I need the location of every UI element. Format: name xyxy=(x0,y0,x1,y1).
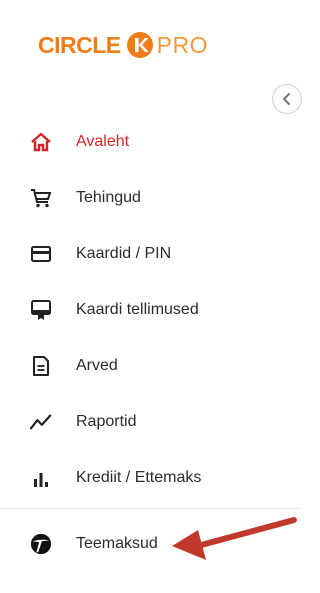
invoice-icon xyxy=(30,355,52,377)
sidebar-item-raportid[interactable]: Raportid xyxy=(0,394,299,450)
sidebar-item-label: Tehingud xyxy=(76,189,141,206)
sidebar-item-tehingud[interactable]: Tehingud xyxy=(0,170,299,226)
home-icon xyxy=(30,131,52,153)
logo-suffix: PRO xyxy=(156,31,208,58)
bar-chart-icon xyxy=(30,467,52,489)
sidebar-item-arved[interactable]: Arved xyxy=(0,338,299,394)
circle-k-pro-logo[interactable]: CIRCLE PRO xyxy=(38,30,208,60)
card-order-icon xyxy=(30,299,52,321)
sidebar-item-label: Kaardid / PIN xyxy=(76,245,172,262)
toll-icon xyxy=(30,533,52,555)
card-icon xyxy=(30,243,52,265)
sidebar-nav: Avaleht Tehingud Kaardid / PIN Kaardi te… xyxy=(0,114,299,506)
sidebar-item-label: Krediit / Ettemaks xyxy=(76,469,202,486)
collapse-sidebar-button[interactable] xyxy=(272,84,302,114)
chevron-left-icon xyxy=(283,93,290,105)
trend-icon xyxy=(30,411,52,433)
sidebar-item-label: Raportid xyxy=(76,413,137,430)
sidebar-item-label: Arved xyxy=(76,357,118,374)
sidebar-item-avaleht[interactable]: Avaleht xyxy=(0,114,299,170)
annotation-arrow-icon xyxy=(172,517,297,560)
sidebar-item-label: Avaleht xyxy=(76,133,130,150)
sidebar-item-label: Kaardi tellimused xyxy=(76,301,199,318)
sidebar-item-label: Teemaksud xyxy=(76,535,158,552)
circle-k-icon xyxy=(126,32,153,58)
sidebar-item-krediit-ettemaks[interactable]: Krediit / Ettemaks xyxy=(0,450,299,506)
cart-icon xyxy=(30,187,52,209)
sidebar-item-kaardi-tellimused[interactable]: Kaardi tellimused xyxy=(0,282,299,338)
sidebar-item-kaardid-pin[interactable]: Kaardid / PIN xyxy=(0,226,299,282)
logo-brand-text: CIRCLE xyxy=(38,31,121,58)
sidebar-divider xyxy=(0,508,299,509)
